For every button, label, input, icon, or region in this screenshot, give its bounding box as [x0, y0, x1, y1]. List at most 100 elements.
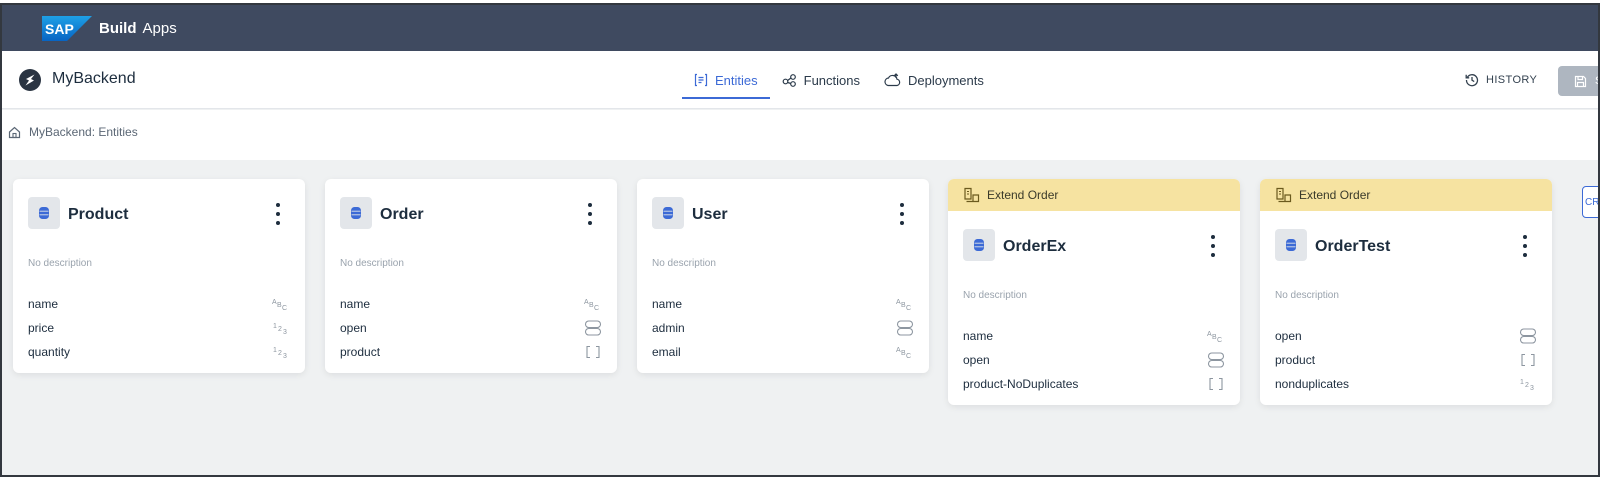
- field-row: admin: [637, 316, 929, 340]
- svg-text:2: 2: [278, 326, 282, 333]
- boolean-type-icon: [896, 320, 914, 336]
- extend-banner: Extend Order: [948, 179, 1240, 211]
- field-row: quantity 123: [13, 340, 305, 364]
- more-options-icon[interactable]: [897, 203, 907, 225]
- array-type-icon: [584, 344, 602, 360]
- field-name: name: [340, 297, 371, 311]
- boolean-type-icon: [1207, 352, 1225, 368]
- create-label: CRE: [1585, 196, 1600, 208]
- deployments-icon: [884, 73, 901, 87]
- more-options-icon[interactable]: [585, 203, 595, 225]
- entity-card-ordertest[interactable]: Extend Order OrderTest No description op…: [1260, 179, 1552, 405]
- text-type-icon: ABC: [1207, 328, 1225, 344]
- entity-card-orderex[interactable]: Extend Order OrderEx No description name…: [948, 179, 1240, 405]
- field-name: product: [340, 345, 381, 359]
- more-options-icon[interactable]: [1208, 235, 1218, 257]
- text-type-icon: ABC: [272, 296, 290, 312]
- entity-name: OrderEx: [1003, 238, 1067, 255]
- entity-card-product[interactable]: Product No description name ABC price 12…: [13, 179, 305, 373]
- extend-banner: Extend Order: [1260, 179, 1552, 211]
- field-name: quantity: [28, 345, 71, 359]
- array-type-icon: [1519, 352, 1537, 368]
- field-row: open: [948, 348, 1240, 372]
- database-icon: [963, 229, 995, 261]
- field-row: name ABC: [637, 292, 929, 316]
- card-header: Product: [13, 179, 305, 249]
- field-row: email ABC: [637, 340, 929, 364]
- entity-card-user[interactable]: User No description name ABC admin email…: [637, 179, 929, 373]
- field-name: nonduplicates: [1275, 377, 1350, 391]
- breadcrumb-text[interactable]: MyBackend: Entities: [29, 125, 138, 139]
- field-row: name ABC: [948, 324, 1240, 348]
- field-row: open: [325, 316, 617, 340]
- field-name: name: [28, 297, 59, 311]
- svg-text:2: 2: [1525, 382, 1529, 389]
- svg-text:C: C: [1217, 337, 1222, 343]
- boolean-type-icon: [584, 320, 602, 336]
- save-label: S: [1595, 75, 1598, 87]
- extend-label: Extend Order: [1299, 188, 1371, 202]
- entity-card-order[interactable]: Order No description name ABC open produ…: [325, 179, 617, 373]
- field-name: email: [652, 345, 681, 359]
- tab-deployments[interactable]: Deployments: [872, 51, 996, 109]
- home-icon[interactable]: [8, 126, 21, 139]
- entity-name: User: [692, 206, 728, 223]
- tab-deployments-label: Deployments: [908, 72, 984, 88]
- text-type-icon: ABC: [896, 296, 914, 312]
- field-row: name ABC: [325, 292, 617, 316]
- card-header: Order: [325, 179, 617, 249]
- database-icon: [652, 197, 684, 229]
- entity-description: No description: [28, 258, 92, 269]
- main-tabs: Entities Functions Deployments: [682, 51, 996, 109]
- entities-icon: [694, 73, 708, 87]
- field-name: name: [652, 297, 683, 311]
- history-button[interactable]: HISTORY: [1465, 51, 1537, 109]
- field-row: nonduplicates 123: [1260, 372, 1552, 396]
- svg-text:3: 3: [283, 353, 287, 359]
- extend-icon: [1276, 187, 1292, 203]
- extend-label: Extend Order: [987, 188, 1059, 202]
- breadcrumb-bar: [2, 110, 1598, 160]
- entity-description: No description: [652, 258, 716, 269]
- breadcrumb: MyBackend: Entities: [8, 125, 138, 139]
- create-entity-button[interactable]: CRE: [1582, 186, 1600, 218]
- svg-text:3: 3: [283, 329, 287, 335]
- more-options-icon[interactable]: [1520, 235, 1530, 257]
- tab-functions[interactable]: Functions: [770, 51, 872, 109]
- card-header: OrderEx: [948, 211, 1240, 281]
- database-icon: [28, 197, 60, 229]
- tab-entities-label: Entities: [715, 72, 758, 88]
- card-header: User: [637, 179, 929, 249]
- field-name: admin: [652, 321, 685, 335]
- field-row: product-NoDuplicates: [948, 372, 1240, 396]
- card-header: OrderTest: [1260, 211, 1552, 281]
- app-window: SAP Build Apps MyBackend Entities Functi…: [0, 3, 1600, 477]
- database-icon: [1275, 229, 1307, 261]
- field-name: product-NoDuplicates: [963, 377, 1079, 391]
- svg-text:2: 2: [278, 350, 282, 357]
- save-icon: [1574, 75, 1587, 87]
- backend-logo-icon: [19, 69, 41, 91]
- svg-text:3: 3: [1530, 385, 1534, 391]
- svg-text:C: C: [906, 305, 911, 311]
- product-title-bold: Build: [99, 19, 137, 37]
- svg-text:1: 1: [1520, 379, 1524, 386]
- entity-name: Order: [380, 206, 424, 223]
- more-options-icon[interactable]: [273, 203, 283, 225]
- tab-entities[interactable]: Entities: [682, 51, 770, 109]
- history-icon: [1465, 74, 1479, 87]
- array-type-icon: [1207, 376, 1225, 392]
- entity-description: No description: [963, 290, 1027, 301]
- boolean-type-icon: [1519, 328, 1537, 344]
- database-icon: [340, 197, 372, 229]
- product-title: Build Apps: [99, 5, 177, 51]
- field-name: name: [963, 329, 994, 343]
- field-row: name ABC: [13, 292, 305, 316]
- save-button[interactable]: S: [1558, 66, 1598, 96]
- text-type-icon: ABC: [896, 344, 914, 360]
- svg-text:C: C: [282, 305, 287, 311]
- sap-logo[interactable]: SAP: [42, 16, 92, 41]
- sap-logo-text: SAP: [45, 21, 74, 37]
- svg-text:C: C: [594, 305, 599, 311]
- entity-name: Product: [68, 206, 129, 223]
